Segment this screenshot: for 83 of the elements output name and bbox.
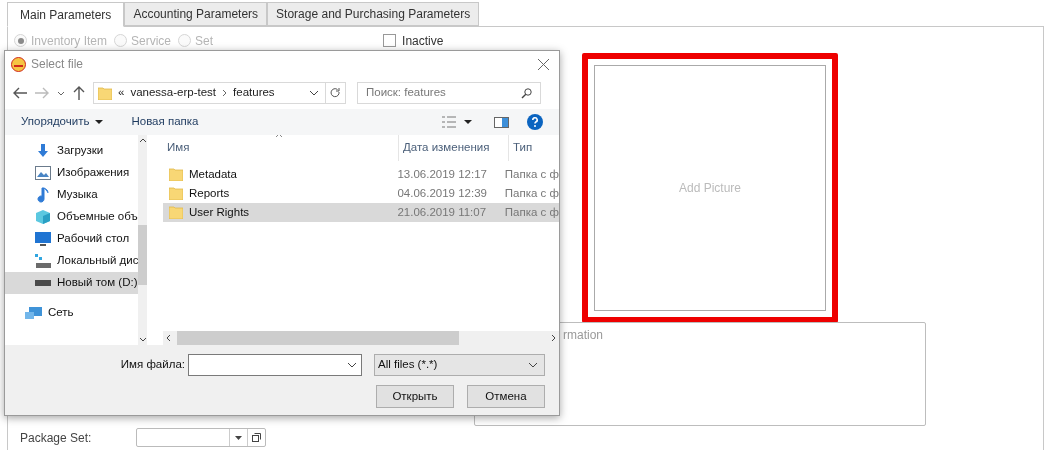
chevron-right-icon <box>222 89 228 97</box>
radio-label: Service <box>131 32 172 50</box>
tab[interactable]: Storage and Purchasing Parameters <box>267 2 480 26</box>
path-segment[interactable]: vanessa-erp-test <box>130 84 217 102</box>
field-label: Package Set: <box>20 429 92 447</box>
down-arrow-icon <box>35 143 51 159</box>
nav-item[interactable]: Рабочий стол <box>5 228 139 250</box>
chevron-down-icon[interactable] <box>309 90 319 96</box>
vertical-scrollbar[interactable] <box>138 135 147 345</box>
organize-button[interactable]: Упорядочить <box>21 113 104 131</box>
tab[interactable]: Accounting Parameters <box>124 2 268 26</box>
nav-item[interactable]: Загрузки <box>5 140 139 162</box>
file-name: User Rights <box>189 204 250 220</box>
drive-icon <box>35 280 51 286</box>
refresh-icon <box>330 87 341 99</box>
chevron-down-icon[interactable] <box>347 362 357 368</box>
new-folder-button[interactable]: Новая папка <box>131 113 199 131</box>
folder-icon <box>169 206 183 219</box>
scroll-up-icon[interactable] <box>138 138 147 143</box>
close-icon[interactable] <box>538 58 549 70</box>
nav-item[interactable]: Новый том (D:) <box>5 272 139 294</box>
scroll-right-icon[interactable] <box>551 334 556 342</box>
scroll-down-icon[interactable] <box>138 337 147 342</box>
music-note-icon <box>36 187 50 203</box>
dialog-button[interactable]: Открыть <box>376 385 454 408</box>
column-header[interactable]: Тип <box>509 139 533 157</box>
file-name-label: Имя файла: <box>120 357 185 373</box>
folder-icon <box>169 187 183 200</box>
image-icon <box>35 166 51 180</box>
search-icon <box>521 87 532 99</box>
column-header[interactable]: Имя <box>163 135 399 161</box>
search-field[interactable]: Поиск: features <box>357 82 541 104</box>
cube-icon <box>35 209 51 225</box>
nav-item[interactable]: Сеть <box>5 302 139 324</box>
radio-label: Set <box>195 32 214 50</box>
up-icon[interactable] <box>73 86 85 100</box>
horizontal-scrollbar[interactable] <box>163 331 559 345</box>
file-name: Metadata <box>189 166 237 182</box>
file-name-field[interactable] <box>188 354 362 376</box>
caret-icon <box>95 120 104 124</box>
file-type: Папка с ф <box>503 166 559 182</box>
chevron-down-icon[interactable] <box>528 362 538 368</box>
caret-icon <box>235 435 243 440</box>
add-picture-label: Add Picture <box>678 180 741 197</box>
address-bar[interactable]: « vanessa-erp-test features <box>93 82 346 104</box>
caret-icon[interactable] <box>464 120 472 124</box>
file-type: Папка с ф <box>503 185 559 201</box>
file-row[interactable]: User Rights 21.06.2019 11:07 Папка с ф <box>163 203 559 222</box>
nav-item[interactable]: Локальный дис <box>5 250 139 272</box>
app-logo-icon <box>11 56 26 72</box>
file-date: 04.06.2019 12:39 <box>396 185 488 201</box>
drive-icon <box>35 254 51 268</box>
folder-icon <box>169 168 183 181</box>
file-type: Папка с ф <box>503 204 559 220</box>
file-date: 21.06.2019 11:07 <box>396 204 488 220</box>
tab[interactable]: Main Parameters <box>7 2 125 27</box>
file-row[interactable]: Reports 04.06.2019 12:39 Папка с ф <box>163 184 559 203</box>
path-prefix: « <box>118 85 125 101</box>
folder-icon <box>98 86 112 100</box>
column-header[interactable]: Дата изменения <box>399 135 509 161</box>
path-segment[interactable]: features <box>233 84 275 102</box>
dialog-button[interactable]: Отмена <box>467 385 545 408</box>
chevron-down-icon[interactable] <box>57 90 65 96</box>
network-icon <box>25 305 43 321</box>
nav-item[interactable]: Музыка <box>5 184 139 206</box>
file-date: 13.06.2019 12:17 <box>396 166 488 182</box>
preview-pane-icon[interactable] <box>494 116 509 128</box>
nav-item[interactable]: Объемные объ <box>5 206 139 228</box>
file-name: Reports <box>189 185 230 201</box>
monitor-icon <box>35 232 51 246</box>
file-row[interactable]: Metadata 13.06.2019 12:17 Папка с ф <box>163 165 559 184</box>
back-icon[interactable] <box>13 87 27 99</box>
nav-item[interactable]: Изображения <box>5 162 139 184</box>
help-icon[interactable] <box>527 114 543 130</box>
file-type-select[interactable]: All files (*.*) <box>374 354 545 376</box>
checkbox[interactable] <box>383 34 397 47</box>
dialog-title: Select file <box>31 56 84 73</box>
window-icon <box>252 433 262 442</box>
checkbox-label: Inactive <box>402 32 444 50</box>
radio-label: Inventory Item <box>31 32 108 50</box>
package-set-field[interactable] <box>136 428 267 447</box>
scroll-left-icon[interactable] <box>166 334 171 342</box>
placeholder-text: rmation <box>563 328 603 342</box>
